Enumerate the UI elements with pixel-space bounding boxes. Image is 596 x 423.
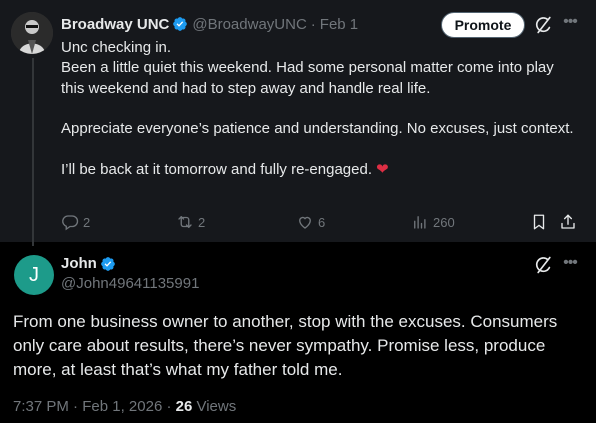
more-icon[interactable]: ••• xyxy=(560,12,580,32)
like-icon xyxy=(299,216,311,229)
avatar-broadway-unc[interactable] xyxy=(11,12,53,54)
views-action[interactable]: 260 xyxy=(411,212,455,232)
repost-count: 2 xyxy=(198,214,206,230)
like-action[interactable]: 6 xyxy=(296,212,325,232)
verified-badge-icon xyxy=(101,256,115,271)
separator-dot: · xyxy=(73,398,83,415)
separator-dot: · xyxy=(166,398,176,415)
tweet-line: Appreciate everyone’s patience and under… xyxy=(61,120,574,138)
tweet-date[interactable]: Feb 1 xyxy=(320,16,358,33)
author-handle[interactable]: @John49641135991 xyxy=(61,275,199,292)
reply-icon xyxy=(62,215,79,231)
author-name[interactable]: Broadway UNC xyxy=(61,16,169,33)
thread-connector-line xyxy=(32,58,34,246)
share-action[interactable] xyxy=(559,212,577,232)
verified-badge-icon xyxy=(173,17,188,31)
repost-action[interactable]: 2 xyxy=(176,212,205,232)
tweet-line: Been a little quiet this weekend. Had so… xyxy=(61,59,554,97)
tweet-line: Unc checking in. xyxy=(61,39,172,56)
views-icon xyxy=(414,216,426,229)
author-name[interactable]: John xyxy=(61,255,97,272)
repost-icon xyxy=(178,216,192,228)
reply-tweet-header: John xyxy=(61,255,116,272)
separator-dot: · xyxy=(310,15,316,33)
grok-icon[interactable] xyxy=(534,15,554,35)
parent-tweet-text: Unc checking in. Been a little quiet thi… xyxy=(61,38,581,180)
reply-action[interactable]: 2 xyxy=(61,212,90,232)
reply-tweet-text: From one business owner to another, stop… xyxy=(13,312,558,379)
author-handle[interactable]: @BroadwayUNC xyxy=(192,16,306,33)
tweet-date[interactable]: Feb 1, 2026 xyxy=(82,398,162,415)
share-icon xyxy=(561,214,575,229)
grok-icon[interactable] xyxy=(534,255,554,275)
tweet-line-text: I’ll be back at it tomorrow and fully re… xyxy=(61,160,372,178)
tweet-time[interactable]: 7:37 PM xyxy=(13,398,69,415)
tweet-line: I’ll be back at it tomorrow and fully re… xyxy=(61,160,581,180)
views-count: 26 xyxy=(175,398,193,415)
views-count: 260 xyxy=(433,214,455,230)
heart-emoji: ❤ xyxy=(376,160,389,178)
more-icon[interactable]: ••• xyxy=(560,253,580,273)
promote-button[interactable]: Promote xyxy=(441,12,525,38)
tweet-timestamp-line: 7:37 PM · Feb 1, 2026 · 26 Views xyxy=(13,398,236,415)
parent-tweet-actions: 2 2 6 260 xyxy=(61,212,581,232)
reply-count: 2 xyxy=(83,214,91,230)
parent-tweet-header: Broadway UNC @BroadwayUNC · Feb 1 xyxy=(61,14,358,34)
views-label: Views xyxy=(196,398,237,415)
bookmark-action[interactable] xyxy=(530,212,548,232)
avatar-john[interactable]: J xyxy=(14,255,54,295)
like-count: 6 xyxy=(318,214,326,230)
bookmark-icon xyxy=(533,214,545,230)
